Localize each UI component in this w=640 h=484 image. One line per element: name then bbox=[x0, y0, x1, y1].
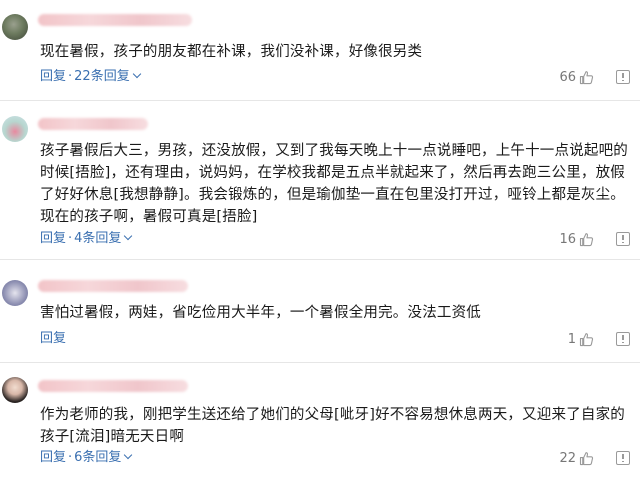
report-icon[interactable] bbox=[616, 70, 630, 84]
comment-item: 作为老师的我，刚把学生送还给了她们的父母[呲牙]好不容易想休息两天，又迎来了自家… bbox=[0, 363, 640, 484]
chevron-down-icon[interactable] bbox=[124, 231, 133, 241]
avatar[interactable] bbox=[2, 116, 28, 142]
separator: · bbox=[68, 450, 73, 465]
replies-count-link[interactable]: 22条回复 bbox=[74, 69, 130, 84]
reply-button[interactable]: 回复 · 22条回复 bbox=[40, 67, 141, 87]
report-icon[interactable] bbox=[616, 332, 630, 346]
reply-label[interactable]: 回复 bbox=[40, 69, 66, 84]
like-button[interactable]: 1 bbox=[568, 329, 594, 349]
chevron-down-icon[interactable] bbox=[124, 450, 133, 460]
like-count: 22 bbox=[559, 450, 576, 466]
like-count: 16 bbox=[559, 231, 576, 247]
like-count: 1 bbox=[567, 331, 576, 347]
reply-button[interactable]: 回复 · 6条回复 bbox=[40, 448, 133, 468]
username-blurred[interactable] bbox=[38, 118, 148, 130]
thumbs-up-icon[interactable] bbox=[579, 232, 594, 247]
avatar[interactable] bbox=[2, 377, 28, 403]
username-blurred[interactable] bbox=[38, 14, 192, 26]
comment-meta: 回复 1 bbox=[40, 329, 632, 349]
comment-item: 害怕过暑假，两娃，省吃俭用大半年，一个暑假全用完。没法工资低 回复 1 bbox=[0, 260, 640, 362]
reply-button[interactable]: 回复 · 4条回复 bbox=[40, 229, 133, 249]
username-blurred[interactable] bbox=[38, 380, 188, 392]
comment-meta: 回复 · 22条回复 66 bbox=[40, 67, 632, 87]
like-button[interactable]: 66 bbox=[559, 67, 594, 87]
replies-count-link[interactable]: 4条回复 bbox=[74, 231, 121, 246]
reply-label[interactable]: 回复 bbox=[40, 450, 66, 465]
reply-button[interactable]: 回复 bbox=[40, 329, 66, 349]
replies-count-link[interactable]: 6条回复 bbox=[74, 450, 121, 465]
comment-meta: 回复 · 4条回复 16 bbox=[40, 229, 632, 249]
comment-item: 孩子暑假后大三，男孩，还没放假，又到了我每天晚上十一点说睡吧，上午十一点说起吧的… bbox=[0, 101, 640, 259]
comment-text: 害怕过暑假，两娃，省吃俭用大半年，一个暑假全用完。没法工资低 bbox=[40, 305, 481, 321]
avatar[interactable] bbox=[2, 280, 28, 306]
separator: · bbox=[68, 231, 73, 246]
thumbs-up-icon[interactable] bbox=[579, 332, 594, 347]
reply-label[interactable]: 回复 bbox=[40, 231, 66, 246]
like-count: 66 bbox=[559, 69, 576, 85]
report-icon[interactable] bbox=[616, 451, 630, 465]
comment-text: 孩子暑假后大三，男孩，还没放假，又到了我每天晚上十一点说睡吧，上午十一点说起吧的… bbox=[40, 143, 628, 225]
like-button[interactable]: 16 bbox=[559, 229, 594, 249]
like-button[interactable]: 22 bbox=[559, 448, 594, 468]
username-blurred[interactable] bbox=[38, 280, 188, 292]
report-icon[interactable] bbox=[616, 232, 630, 246]
reply-label[interactable]: 回复 bbox=[40, 331, 66, 346]
comment-text: 作为老师的我，刚把学生送还给了她们的父母[呲牙]好不容易想休息两天，又迎来了自家… bbox=[40, 407, 626, 445]
thumbs-up-icon[interactable] bbox=[579, 451, 594, 466]
separator: · bbox=[68, 69, 73, 84]
comment-meta: 回复 · 6条回复 22 bbox=[40, 448, 632, 468]
thumbs-up-icon[interactable] bbox=[579, 70, 594, 85]
avatar[interactable] bbox=[2, 14, 28, 40]
comment-item: 现在暑假，孩子的朋友都在补课，我们没补课，好像很另类 回复 · 22条回复 66 bbox=[0, 0, 640, 100]
comment-text: 现在暑假，孩子的朋友都在补课，我们没补课，好像很另类 bbox=[40, 44, 423, 60]
chevron-down-icon[interactable] bbox=[132, 69, 141, 79]
